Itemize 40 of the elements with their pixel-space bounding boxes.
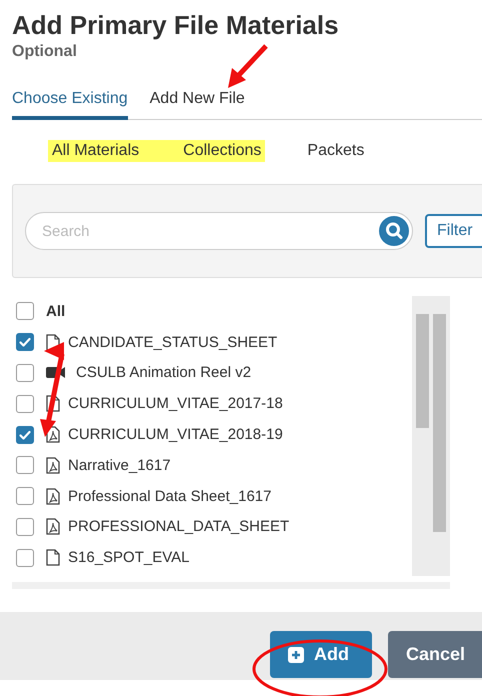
tab[interactable]: Choose Existing (12, 88, 128, 120)
add-button[interactable]: Add (270, 631, 372, 678)
search-icon[interactable] (379, 216, 409, 246)
checkbox[interactable] (16, 302, 34, 320)
subtab[interactable]: All Materials (48, 140, 144, 162)
cancel-button[interactable]: Cancel (388, 631, 482, 678)
document-icon (46, 395, 60, 412)
document-icon (46, 549, 60, 566)
checkbox[interactable] (16, 518, 34, 536)
video-camera-icon (46, 366, 66, 380)
file-name[interactable]: Professional Data Sheet_1617 (68, 488, 272, 505)
filter-button[interactable]: Filter (425, 214, 482, 248)
checkbox[interactable] (16, 456, 34, 474)
file-name[interactable]: S16_SPOT_EVAL (68, 549, 190, 566)
checkbox[interactable] (16, 426, 34, 444)
checkbox[interactable] (16, 548, 34, 567)
plus-icon (288, 646, 304, 662)
file-name[interactable]: CURRICULUM_VITAE_2018-19 (68, 426, 283, 444)
checkbox[interactable] (16, 364, 34, 382)
checkbox[interactable] (16, 333, 34, 352)
file-name[interactable]: CSULB Animation Reel v2 (76, 364, 252, 382)
dialog-title: Add Primary File Materials (12, 9, 340, 42)
file-name[interactable]: CURRICULUM_VITAE_2017-18 (68, 395, 283, 412)
dialog-subtitle: Optional (12, 42, 78, 62)
tab[interactable]: Add New File (150, 88, 245, 120)
file-icon (46, 456, 60, 474)
file-name[interactable]: PROFESSIONAL_DATA_SHEET (68, 518, 290, 536)
arrow-annotation (228, 44, 268, 88)
checkbox[interactable] (16, 394, 34, 413)
checkbox[interactable] (16, 487, 34, 506)
select-all-label: All (46, 302, 66, 320)
document-icon (46, 334, 60, 351)
subtab[interactable]: Collections (143, 140, 266, 162)
file-name[interactable]: CANDIDATE_STATUS_SHEET (68, 334, 278, 351)
subtab[interactable]: Packets (307, 140, 364, 162)
file-icon (46, 518, 60, 536)
file-icon (46, 488, 60, 505)
file-icon (46, 426, 60, 444)
search-field[interactable]: Search (25, 212, 413, 250)
file-name[interactable]: Narrative_1617 (68, 456, 171, 474)
